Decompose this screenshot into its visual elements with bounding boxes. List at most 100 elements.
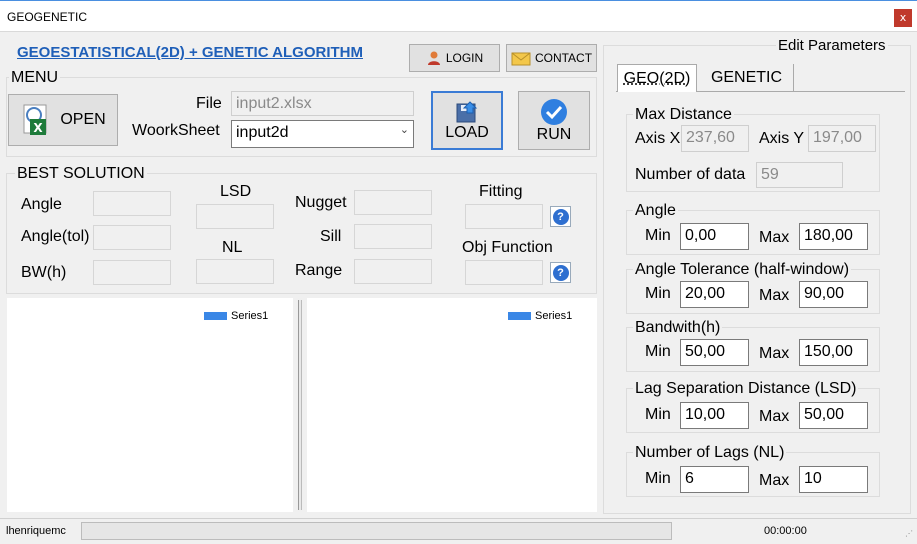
status-user: lhenriquemc <box>6 525 66 537</box>
tab-genetic[interactable]: GENETIC <box>700 64 794 92</box>
range-label: Range <box>295 262 343 279</box>
tab-geo2d[interactable]: GEO(2D) <box>617 64 697 92</box>
nl-result <box>196 259 274 284</box>
angle-max-field[interactable]: 180,00 <box>799 223 868 250</box>
obj-function-result <box>465 260 543 285</box>
contact-button[interactable]: CONTACT <box>506 44 597 72</box>
nl-min-field[interactable]: 6 <box>680 466 749 493</box>
num-data-label: Number of data <box>635 166 746 183</box>
bandwidth-min-field[interactable]: 50,00 <box>680 339 749 366</box>
chart-right: Series1 <box>307 298 597 512</box>
app-title[interactable]: GEOESTATISTICAL(2D) + GENETIC ALGORITHM <box>17 44 363 61</box>
axis-y-field[interactable]: 197,00 <box>808 125 876 152</box>
nl-title: Number of Lags (NL) <box>633 444 787 462</box>
nl-min-label: Min <box>645 470 671 487</box>
question-icon: ? <box>552 264 569 281</box>
divider <box>0 31 917 32</box>
edit-params-title: Edit Parameters <box>776 37 888 54</box>
status-time: 00:00:00 <box>764 525 807 537</box>
nugget-label: Nugget <box>295 194 347 211</box>
load-button[interactable]: LOAD <box>431 91 503 150</box>
run-label: RUN <box>536 125 572 143</box>
angle-tol-result <box>93 225 171 250</box>
chart-left: Series1 <box>7 298 293 512</box>
legend-swatch <box>204 312 227 320</box>
angle-label: Angle <box>21 196 62 213</box>
axis-x-field[interactable]: 237,60 <box>681 125 749 152</box>
worksheet-value: input2d <box>236 124 289 141</box>
open-button[interactable]: X OPEN <box>8 94 118 146</box>
nl-label: NL <box>222 239 243 256</box>
best-solution-title: BEST SOLUTION <box>15 165 147 183</box>
login-button[interactable]: LOGIN <box>409 44 500 72</box>
fitting-help-button[interactable]: ? <box>550 206 571 227</box>
window-title: GEOGENETIC <box>7 10 88 24</box>
login-label: LOGIN <box>445 51 484 65</box>
legend-swatch <box>508 312 531 320</box>
lsd-label: LSD <box>220 183 252 200</box>
tab-geo2d-label: GEO(2D) <box>623 69 691 87</box>
axis-y-label: Axis Y <box>759 130 805 147</box>
envelope-icon <box>511 52 531 66</box>
svg-text:X: X <box>34 121 44 135</box>
progress-bar <box>81 522 672 540</box>
sill-label: Sill <box>320 228 342 245</box>
resize-grip-icon[interactable]: ⋰ <box>905 529 913 538</box>
angle-title: Angle <box>633 202 678 220</box>
angle-min-label: Min <box>645 227 671 244</box>
chevron-down-icon: ⌄ <box>399 123 409 136</box>
contact-label: CONTACT <box>534 51 593 65</box>
file-label: File <box>196 95 222 112</box>
obj-function-label: Obj Function <box>462 239 553 256</box>
lsd-result <box>196 204 274 229</box>
close-button[interactable]: x <box>894 9 912 27</box>
user-icon <box>427 51 440 65</box>
open-label: OPEN <box>60 111 106 128</box>
nugget-result <box>354 190 432 215</box>
checkmark-icon <box>541 98 567 125</box>
question-icon: ? <box>552 208 569 225</box>
worksheet-label: WoorkSheet <box>132 122 220 139</box>
bandwidth-max-label: Max <box>759 345 790 362</box>
excel-icon: X <box>23 104 47 135</box>
splitter[interactable] <box>298 300 302 510</box>
bandwidth-max-field[interactable]: 150,00 <box>799 339 868 366</box>
max-distance-title: Max Distance <box>633 106 734 124</box>
file-field[interactable]: input2.xlsx <box>231 91 414 116</box>
run-button[interactable]: RUN <box>518 91 590 150</box>
bw-result <box>93 260 171 285</box>
menu-title: MENU <box>9 69 61 87</box>
legend-label: Series1 <box>231 310 269 322</box>
bandwidth-title: Bandwith(h) <box>633 319 723 337</box>
lsd-max-field[interactable]: 50,00 <box>799 402 868 429</box>
lsd-min-label: Min <box>645 406 671 423</box>
axis-x-label: Axis X <box>635 130 681 147</box>
save-icon <box>456 100 478 122</box>
lsd-title: Lag Separation Distance (LSD) <box>633 380 859 398</box>
load-label: LOAD <box>445 123 489 141</box>
lsd-min-field[interactable]: 10,00 <box>680 402 749 429</box>
tab-genetic-label: GENETIC <box>710 69 783 86</box>
angle-min-field[interactable]: 0,00 <box>680 223 749 250</box>
angle-tol-min-label: Min <box>645 285 671 302</box>
bw-label: BW(h) <box>21 264 67 281</box>
legend-label: Series1 <box>535 310 573 322</box>
angle-tol-label: Angle(tol) <box>21 228 90 245</box>
fitting-result <box>465 204 543 229</box>
angle-tol-min-field[interactable]: 20,00 <box>680 281 749 308</box>
range-result <box>354 259 432 284</box>
nl-max-field[interactable]: 10 <box>799 466 868 493</box>
angle-max-label: Max <box>759 229 790 246</box>
worksheet-select[interactable]: input2d ⌄ <box>231 120 414 148</box>
lsd-max-label: Max <box>759 408 790 425</box>
obj-function-help-button[interactable]: ? <box>550 262 571 283</box>
angle-tol-title: Angle Tolerance (half-window) <box>633 261 852 279</box>
num-data-field[interactable]: 59 <box>756 162 843 188</box>
angle-tol-max-field[interactable]: 90,00 <box>799 281 868 308</box>
angle-result <box>93 191 171 216</box>
bandwidth-min-label: Min <box>645 343 671 360</box>
nl-max-label: Max <box>759 472 790 489</box>
fitting-label: Fitting <box>479 183 523 200</box>
angle-tol-max-label: Max <box>759 287 790 304</box>
title-bar: GEOGENETIC x <box>0 0 917 31</box>
